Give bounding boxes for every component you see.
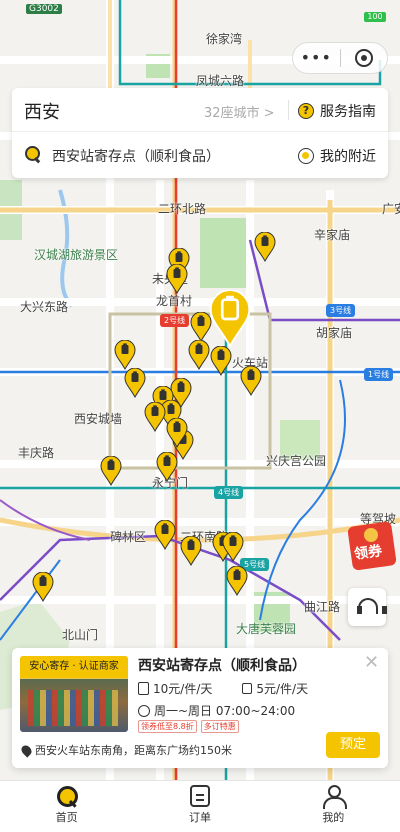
profile-icon	[322, 785, 348, 809]
store-card[interactable]: 安心寄存 · 认证商家 西安站寄存点（顺利食品） ✕ 10元/件/天 5元/件/…	[12, 648, 388, 768]
storage-pin[interactable]	[156, 452, 178, 482]
map-label: 辛家庙	[314, 228, 351, 242]
mini-program-capsule: •••	[292, 42, 388, 74]
promo-tag: 多订特惠	[200, 720, 239, 733]
storage-pin[interactable]	[114, 340, 136, 370]
price-row: 10元/件/天 5元/件/天	[138, 680, 308, 697]
storage-pin[interactable]	[166, 264, 188, 294]
tab-home[interactable]: 首页	[0, 781, 133, 832]
map-label: 胡家庙	[316, 326, 353, 340]
storage-pin[interactable]	[240, 366, 262, 396]
map-label: 汉城湖旅游景区	[34, 248, 119, 262]
city-count-link[interactable]: 32座城市 >	[204, 102, 275, 121]
tab-bar: 首页 订单 我的	[0, 780, 400, 832]
home-search-icon	[56, 785, 78, 807]
storage-pin[interactable]	[32, 572, 54, 602]
battery-icon: 100	[364, 12, 386, 22]
tab-orders[interactable]: 订单	[133, 781, 266, 832]
metro-line-tag: 4号线	[214, 486, 244, 499]
metro-line-tag: 3号线	[326, 304, 356, 317]
store-address: 西安火车站东南角，距离东广场约150米	[19, 742, 232, 758]
storage-pin[interactable]	[124, 368, 146, 398]
search-row: 西安站寄存点（顺利食品） 我的附近	[12, 132, 388, 178]
tab-label: 首页	[55, 811, 78, 824]
map-label: 碑林区	[110, 530, 147, 544]
customer-service-button[interactable]	[348, 588, 387, 626]
my-nearby-button[interactable]: 我的附近	[298, 146, 376, 166]
map-label: 兴庆宫公园	[266, 454, 327, 468]
store-shelf-graphic	[28, 690, 118, 726]
map-label: 龙首村	[156, 294, 193, 308]
close-icon[interactable]: ✕	[364, 652, 379, 673]
location-icon	[19, 742, 34, 758]
hours-text: 周一~周日 07:00~24:00	[154, 704, 296, 718]
certified-badge: 安心寄存 · 认证商家	[20, 656, 128, 678]
map[interactable]: G3002 100 徐家湾 凤城六路 二环北路 广安 辛家庙 汉城湖旅游景区 未…	[0, 0, 400, 780]
map-label: 曲江路	[304, 600, 341, 614]
storage-pin[interactable]	[254, 232, 276, 262]
luggage-small-icon	[242, 683, 253, 694]
divider	[288, 100, 289, 120]
storage-pin[interactable]	[226, 566, 248, 596]
map-label: 大兴东路	[20, 300, 69, 314]
coupon-label: 领券	[353, 543, 384, 563]
map-label: 西安城墙	[74, 412, 123, 426]
map-label: 凤城六路	[196, 74, 245, 88]
search-input[interactable]: 西安站寄存点（顺利食品）	[52, 146, 220, 166]
road-badge: G3002	[26, 4, 62, 14]
promo-tag: 领券低至8.8折	[138, 720, 197, 733]
tab-me[interactable]: 我的	[267, 781, 400, 832]
coupon-button[interactable]: 领券	[347, 521, 397, 572]
map-label: 北山门	[62, 628, 99, 642]
metro-line-tag: 1号线	[364, 368, 394, 381]
address-text: 西安火车站东南角，距离东广场约150米	[35, 744, 232, 757]
price-small: 5元/件/天	[256, 682, 309, 696]
price-large: 10元/件/天	[153, 682, 213, 696]
luggage-large-icon	[138, 682, 149, 695]
storage-pin[interactable]	[144, 402, 166, 432]
store-name: 西安站寄存点（顺利食品）	[138, 658, 306, 674]
search-card: 西安 32座城市 > ? 服务指南 西安站寄存点（顺利食品） 我的附近	[12, 88, 388, 178]
status-bar: G3002 100	[0, 0, 400, 24]
opening-hours: 周一~周日 07:00~24:00	[138, 702, 295, 719]
current-city[interactable]: 西安	[24, 98, 60, 124]
question-icon: ?	[298, 103, 314, 119]
storage-pin[interactable]	[222, 532, 244, 562]
headset-icon	[357, 598, 387, 616]
city-row: 西安 32座城市 > ? 服务指南	[12, 88, 388, 132]
service-guide-label: 服务指南	[320, 104, 376, 120]
storage-pin[interactable]	[100, 456, 122, 486]
book-button[interactable]: 预定	[326, 732, 380, 758]
selected-storage-pin[interactable]	[208, 290, 252, 348]
my-nearby-label: 我的附近	[320, 149, 376, 165]
map-label: 大唐芙蓉园	[236, 622, 297, 636]
storage-pin[interactable]	[180, 536, 202, 566]
metro-line-tag: 2号线	[160, 314, 190, 327]
store-photo: 安心寄存 · 认证商家	[20, 656, 128, 732]
map-label: 广安	[382, 202, 400, 216]
map-label: 丰庆路	[18, 446, 55, 460]
locate-icon	[298, 148, 314, 164]
tab-label: 我的	[322, 811, 345, 824]
map-label: 徐家湾	[206, 32, 243, 46]
order-icon	[189, 785, 210, 807]
search-icon	[25, 146, 41, 162]
storage-pin[interactable]	[210, 346, 232, 376]
storage-pin[interactable]	[188, 340, 210, 370]
storage-pin[interactable]	[154, 520, 176, 550]
mini-program-close-icon[interactable]	[341, 49, 388, 67]
more-dots-icon[interactable]: •••	[293, 43, 340, 73]
clock-icon	[138, 704, 150, 717]
tab-label: 订单	[188, 811, 211, 824]
storage-pin[interactable]	[166, 418, 188, 448]
map-label: 二环北路	[158, 202, 207, 216]
promo-tags: 领券低至8.8折 多订特惠	[138, 720, 239, 733]
service-guide-button[interactable]: ? 服务指南	[298, 101, 376, 121]
